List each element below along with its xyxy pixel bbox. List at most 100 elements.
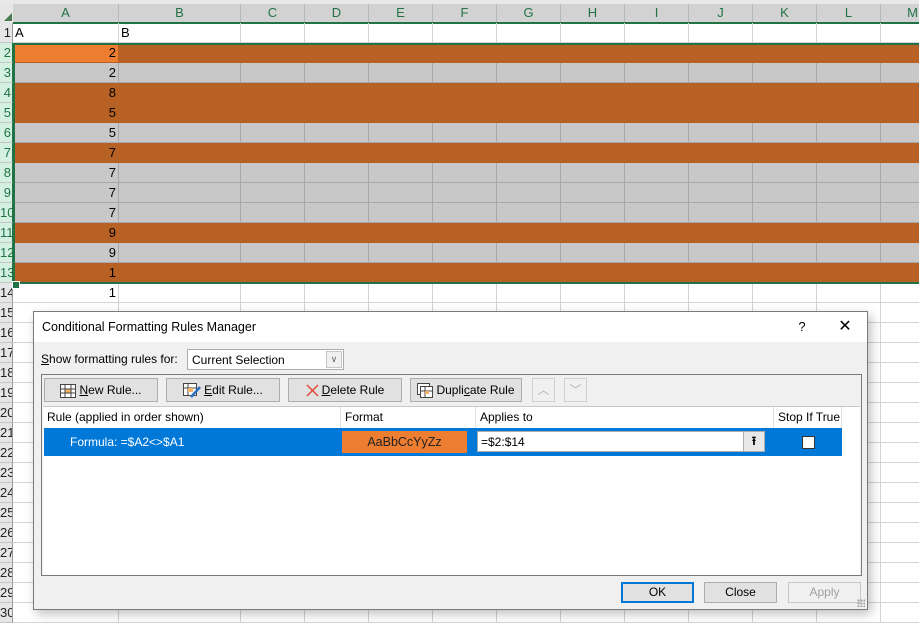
cell[interactable]	[369, 43, 433, 63]
collapse-dialog-button[interactable]: ⭱	[743, 431, 765, 452]
cell[interactable]	[817, 83, 881, 103]
cell[interactable]	[369, 123, 433, 143]
cell[interactable]	[561, 183, 625, 203]
column-header-rule[interactable]: Rule (applied in order shown)	[43, 407, 341, 428]
cell[interactable]	[881, 503, 919, 523]
column-header-G[interactable]: G	[497, 4, 561, 22]
cell-A12[interactable]: 9	[13, 243, 119, 263]
cell[interactable]	[433, 243, 497, 263]
row-header[interactable]: 29	[0, 583, 13, 603]
cell[interactable]	[561, 283, 625, 303]
cell[interactable]	[689, 163, 753, 183]
cell[interactable]	[119, 63, 241, 83]
row-header[interactable]: 1	[0, 23, 13, 43]
cell[interactable]	[753, 243, 817, 263]
cell[interactable]	[119, 83, 241, 103]
cell[interactable]	[119, 223, 241, 243]
row-header[interactable]: 23	[0, 463, 13, 483]
cell[interactable]	[497, 103, 561, 123]
cell[interactable]	[625, 203, 689, 223]
cell[interactable]	[497, 143, 561, 163]
cell[interactable]	[305, 163, 369, 183]
cell[interactable]	[433, 43, 497, 63]
cell[interactable]	[881, 403, 919, 423]
cell[interactable]	[625, 143, 689, 163]
cell[interactable]	[305, 83, 369, 103]
cell[interactable]	[497, 203, 561, 223]
cell[interactable]	[119, 143, 241, 163]
cell[interactable]	[881, 123, 919, 143]
cell[interactable]	[881, 563, 919, 583]
cell[interactable]	[561, 143, 625, 163]
cell[interactable]	[753, 63, 817, 83]
cell[interactable]	[305, 243, 369, 263]
column-header-B[interactable]: B	[119, 4, 241, 22]
row-header[interactable]: 7	[0, 143, 13, 163]
row-header[interactable]: 5	[0, 103, 13, 123]
cell[interactable]	[881, 263, 919, 283]
select-all-button[interactable]	[0, 4, 14, 23]
cell[interactable]	[369, 283, 433, 303]
move-down-button[interactable]: ﹀	[564, 378, 587, 402]
row-header[interactable]: 9	[0, 183, 13, 203]
help-button[interactable]: ?	[794, 318, 810, 336]
cell[interactable]	[689, 203, 753, 223]
cell[interactable]	[689, 223, 753, 243]
cell[interactable]	[119, 123, 241, 143]
cell[interactable]	[881, 543, 919, 563]
cell[interactable]	[561, 223, 625, 243]
cell[interactable]	[881, 483, 919, 503]
cell[interactable]	[305, 203, 369, 223]
row-header[interactable]: 30	[0, 603, 13, 623]
cell[interactable]	[753, 283, 817, 303]
cell[interactable]	[497, 23, 561, 43]
cell[interactable]	[241, 83, 305, 103]
show-rules-for-select[interactable]: Current Selection ∨	[187, 349, 344, 370]
cell[interactable]	[497, 183, 561, 203]
cell-A7[interactable]: 7	[13, 143, 119, 163]
cell[interactable]	[561, 83, 625, 103]
row-header[interactable]: 20	[0, 403, 13, 423]
column-header-L[interactable]: L	[817, 4, 881, 22]
cell[interactable]	[625, 123, 689, 143]
cell-A1[interactable]: A	[13, 23, 119, 43]
cell-A9[interactable]: 7	[13, 183, 119, 203]
cell[interactable]	[881, 363, 919, 383]
cell[interactable]	[625, 223, 689, 243]
cell[interactable]	[241, 123, 305, 143]
cell[interactable]	[433, 203, 497, 223]
cell[interactable]	[625, 283, 689, 303]
cell[interactable]	[753, 103, 817, 123]
cell[interactable]	[561, 23, 625, 43]
cell[interactable]	[625, 163, 689, 183]
cell[interactable]	[817, 163, 881, 183]
cell[interactable]	[241, 143, 305, 163]
cell[interactable]	[561, 263, 625, 283]
cell[interactable]	[625, 183, 689, 203]
cell[interactable]	[881, 223, 919, 243]
cell[interactable]	[241, 183, 305, 203]
cell[interactable]	[625, 43, 689, 63]
cell[interactable]	[881, 83, 919, 103]
column-header-format[interactable]: Format	[341, 407, 476, 428]
cell[interactable]	[817, 143, 881, 163]
cell[interactable]	[881, 323, 919, 343]
cell[interactable]	[241, 283, 305, 303]
cell[interactable]	[881, 423, 919, 443]
cell[interactable]	[433, 223, 497, 243]
cell[interactable]	[753, 83, 817, 103]
cell[interactable]	[689, 283, 753, 303]
row-header[interactable]: 10	[0, 203, 13, 223]
column-header-applies-to[interactable]: Applies to	[476, 407, 774, 428]
cell[interactable]	[369, 223, 433, 243]
cell-A11[interactable]: 9	[13, 223, 119, 243]
cell[interactable]	[241, 103, 305, 123]
cell[interactable]	[433, 163, 497, 183]
cell[interactable]	[689, 243, 753, 263]
cell[interactable]	[241, 43, 305, 63]
cell[interactable]	[817, 243, 881, 263]
cell[interactable]	[119, 43, 241, 63]
row-header[interactable]: 18	[0, 363, 13, 383]
cell[interactable]	[881, 103, 919, 123]
cell[interactable]	[817, 223, 881, 243]
